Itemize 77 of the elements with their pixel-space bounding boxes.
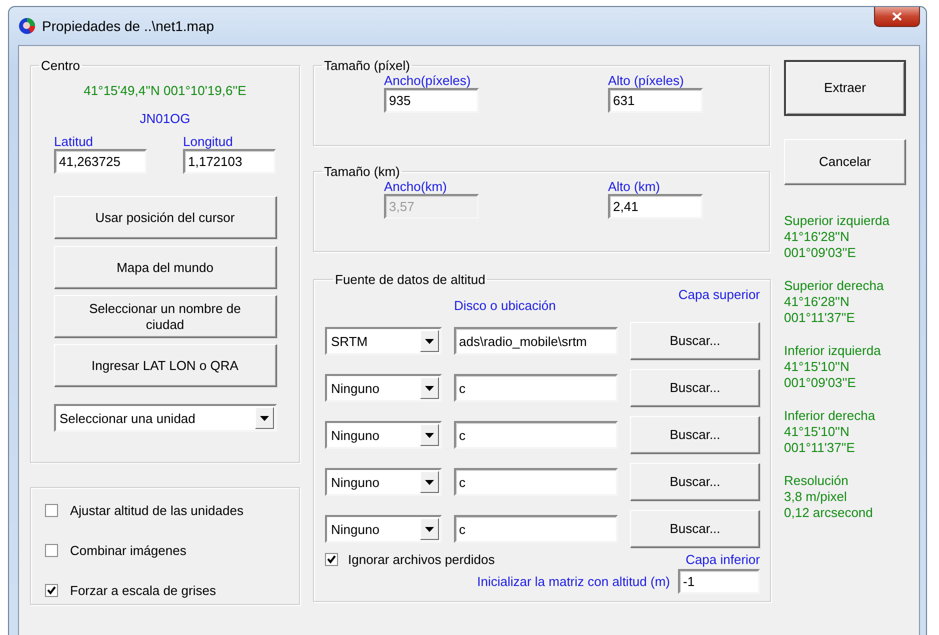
field-label: Inicializar la matriz con altitud (m) (477, 574, 670, 589)
caret-icon (420, 330, 439, 352)
action-button[interactable]: Cancelar (784, 139, 906, 185)
info-title: Resolución (784, 473, 850, 489)
coordinates-text: 41°15'49,4''N 001°10'19,6''E (84, 83, 246, 98)
dropdown[interactable]: SRTM (325, 327, 442, 355)
height-field[interactable]: 631 (608, 88, 703, 113)
info-value: 41°15'10''N (784, 424, 850, 440)
info-value: 001°11'37''E (784, 440, 856, 456)
app-logo-icon (18, 17, 36, 35)
info-title: Superior derecha (784, 278, 885, 294)
field-label: Latitud (54, 134, 94, 149)
checkbox[interactable] (45, 504, 58, 516)
dropdown[interactable]: Ninguno (325, 374, 442, 402)
field-label: Longitud (183, 134, 234, 149)
column-header: Capa superior (678, 287, 760, 302)
latitude-field[interactable]: 41,263725 (54, 149, 147, 174)
checkbox[interactable] (325, 553, 338, 566)
altitude-field[interactable]: -1 (678, 569, 760, 594)
checkbox[interactable] (45, 584, 58, 596)
path-field[interactable]: c (454, 374, 618, 402)
info-value: 0,12 arcsecond (784, 505, 874, 521)
browse-button[interactable]: Buscar... (630, 369, 760, 407)
caret-icon (420, 518, 439, 540)
longitude-field[interactable]: 1,172103 (183, 149, 276, 174)
field-label: Ancho(km) (384, 179, 448, 194)
action-button[interactable]: Usar posición del cursor (54, 196, 276, 239)
info-value: 41°16'28''N (784, 294, 850, 310)
action-button[interactable]: Seleccionar un nombre de ciudad (54, 295, 276, 338)
browse-button[interactable]: Buscar... (630, 510, 760, 548)
caret-icon (420, 377, 439, 399)
locator-text: JN01OG (140, 111, 190, 126)
info-value: 001°09'03''E (784, 245, 857, 261)
info-value: 001°09'03''E (784, 375, 857, 391)
info-title: Inferior derecha (784, 408, 876, 424)
close-icon (892, 12, 902, 21)
group-title: Centro (40, 58, 82, 73)
info-title: Inferior izquierda (784, 343, 882, 359)
action-button[interactable]: Mapa del mundo (54, 246, 276, 289)
caret-icon (254, 407, 274, 429)
checkbox-label: Ajustar altitud de las unidades (70, 502, 244, 518)
field-label: Alto (km) (608, 179, 661, 194)
close-button[interactable] (874, 7, 920, 27)
info-value: 41°15'10''N (784, 359, 850, 375)
action-button[interactable]: Extraer (784, 60, 906, 116)
group-title: Fuente de datos de altitud (334, 272, 486, 287)
info-value: 3,8 m/pixel (784, 489, 848, 505)
path-field[interactable]: c (454, 515, 618, 543)
path-field[interactable]: c (454, 468, 618, 496)
width-field[interactable]: 935 (384, 88, 479, 113)
caret-icon (420, 471, 439, 493)
window-title: Propiedades de ..\net1.map (42, 18, 214, 34)
field-label: Ancho(píxeles) (384, 73, 472, 88)
column-header: Capa inferior (686, 552, 760, 567)
dropdown[interactable]: Ninguno (325, 515, 442, 543)
info-title: Superior izquierda (784, 213, 891, 229)
browse-button[interactable]: Buscar... (630, 322, 760, 360)
group-title: Tamaño (píxel) (323, 58, 411, 73)
browse-button[interactable]: Buscar... (630, 463, 760, 501)
field-label: Alto (píxeles) (608, 73, 685, 88)
dropdown[interactable]: Seleccionar una unidad (54, 404, 276, 432)
info-value: 001°11'37''E (784, 310, 856, 326)
browse-button[interactable]: Buscar... (630, 416, 760, 454)
group-title: Tamaño (km) (323, 164, 401, 179)
info-value: 41°16'28''N (784, 229, 850, 245)
checkbox-label: Forzar a escala de grises (70, 582, 216, 598)
path-field[interactable]: ads\radio_mobile\srtm (454, 327, 618, 355)
action-button[interactable]: Ingresar LAT LON o QRA (54, 344, 276, 387)
height-field[interactable]: 2,41 (608, 194, 703, 219)
dropdown[interactable]: Ninguno (325, 421, 442, 449)
caret-icon (420, 424, 439, 446)
checkbox[interactable] (45, 544, 58, 556)
column-header: Disco o ubicación (454, 298, 556, 313)
checkbox-label: Ignorar archivos perdidos (348, 552, 495, 567)
dropdown[interactable]: Ninguno (325, 468, 442, 496)
checkbox-label: Combinar imágenes (70, 542, 186, 558)
path-field[interactable]: c (454, 421, 618, 449)
